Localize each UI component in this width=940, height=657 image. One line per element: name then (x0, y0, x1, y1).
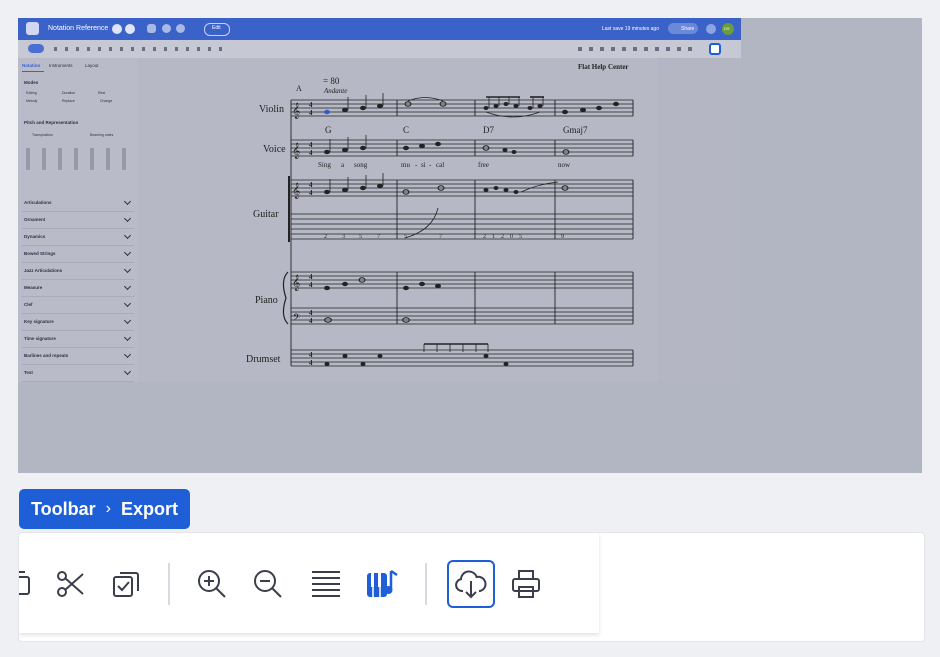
lyric-2: a (341, 161, 345, 169)
cut-icon (57, 571, 84, 597)
lyric-6: si (421, 161, 426, 169)
export-download-icon (455, 570, 487, 599)
svg-text:9: 9 (561, 234, 564, 240)
print-button[interactable] (503, 561, 549, 607)
svg-text:4: 4 (309, 181, 313, 189)
svg-text:2: 2 (324, 234, 327, 240)
zoom-in-button[interactable] (189, 561, 235, 607)
svg-text:4: 4 (309, 101, 313, 109)
instrument-guitar: Guitar (253, 209, 279, 220)
svg-text:2: 2 (501, 234, 504, 240)
instrument-voice: Voice (263, 144, 286, 155)
piano-brace (282, 271, 289, 325)
paste-icon (113, 572, 139, 597)
svg-text:4: 4 (309, 317, 313, 325)
app-screenshot: Notation Reference Edit Last save 19 min… (18, 18, 922, 473)
score-header: Flat Help Center (578, 63, 629, 71)
svg-text:𝄢: 𝄢 (293, 312, 300, 325)
svg-text:𝄞: 𝄞 (292, 143, 300, 159)
zoom-out-button[interactable] (245, 561, 291, 607)
svg-text:4: 4 (309, 273, 313, 281)
drum-staff (291, 349, 633, 367)
zoom-in-icon (198, 570, 226, 598)
svg-text:5: 5 (359, 234, 362, 240)
lyric-7: - (429, 161, 432, 169)
piano-bass-staff (291, 307, 633, 325)
svg-text:7: 7 (377, 234, 380, 240)
chord-3: D7 (483, 125, 494, 135)
note-stems (329, 93, 559, 352)
lyric-9: free (478, 161, 489, 169)
paste-button[interactable] (103, 561, 149, 607)
zoomed-toolbar-panel (18, 532, 925, 642)
tempo-marking: = 80 (323, 76, 340, 86)
lyric-4: mu (401, 161, 410, 169)
svg-text:𝄞: 𝄞 (292, 183, 300, 199)
svg-text:0: 0 (510, 234, 513, 240)
svg-text:4: 4 (309, 351, 313, 359)
svg-text:4: 4 (309, 309, 313, 317)
svg-text:4: 4 (309, 281, 313, 289)
svg-text:4: 4 (309, 109, 313, 117)
print-icon (512, 570, 540, 598)
instrument-drumset: Drumset (246, 354, 281, 365)
export-button[interactable] (447, 560, 495, 608)
cut-button[interactable] (47, 561, 93, 607)
svg-text:5: 5 (404, 234, 407, 240)
breadcrumb-parent: Toolbar (31, 498, 96, 519)
svg-text:3: 3 (342, 234, 345, 240)
voice-staff (291, 139, 633, 157)
copy-button[interactable] (19, 561, 43, 607)
staff-lines (282, 99, 634, 367)
instrument-violin: Violin (259, 104, 284, 115)
svg-text:4: 4 (309, 141, 313, 149)
svg-text:𝄞: 𝄞 (292, 103, 300, 119)
chord-4: Gmaj7 (563, 125, 588, 135)
svg-text:4: 4 (309, 149, 313, 157)
svg-text:𝄞: 𝄞 (292, 275, 300, 291)
chord-2: C (403, 125, 409, 135)
zoomed-toolbar (19, 533, 599, 633)
page-layout-icon (312, 571, 340, 597)
svg-text:4: 4 (309, 359, 313, 367)
copy-icon (19, 571, 30, 595)
guitar-staff (291, 179, 633, 197)
svg-text:5: 5 (519, 234, 522, 240)
piano-treble-staff (291, 271, 633, 289)
piano-icon (367, 569, 398, 597)
svg-text:7: 7 (439, 234, 442, 240)
toolbar-divider (425, 563, 427, 605)
svg-text:1: 1 (492, 234, 495, 240)
violin-staff (291, 99, 633, 117)
svg-text:4: 4 (309, 189, 313, 197)
lyric-10: now (558, 161, 571, 169)
lyric-1: Sing (318, 161, 331, 169)
score-music: Flat Help Center = 80 Andante A Violin V… (246, 63, 634, 367)
page-layout-button[interactable] (303, 561, 349, 607)
breadcrumb: Toolbar › Export (19, 489, 191, 529)
lyric-5: - (415, 161, 418, 169)
breadcrumb-current: Export (121, 498, 179, 519)
instrument-piano: Piano (255, 295, 278, 306)
tempo-text: Andante (323, 87, 347, 95)
chord-1: G (325, 125, 332, 135)
svg-text:2: 2 (483, 234, 486, 240)
breadcrumb-separator: › (105, 500, 111, 517)
toolbar-divider (168, 563, 170, 605)
lyric-8: cal (436, 161, 444, 169)
lyric-3: song (354, 161, 368, 169)
piano-button[interactable] (359, 561, 405, 607)
rehearsal-mark: A (296, 84, 302, 93)
zoom-out-icon (254, 570, 282, 598)
